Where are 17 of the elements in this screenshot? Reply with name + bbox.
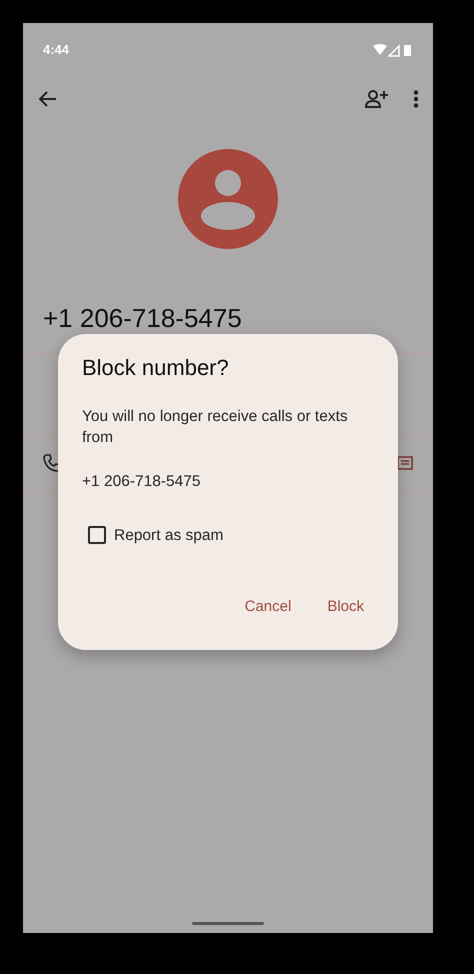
dialog-title: Block number? xyxy=(82,354,230,382)
more-icon[interactable] xyxy=(413,90,419,108)
home-handle[interactable] xyxy=(192,922,264,925)
status-icons xyxy=(373,44,413,56)
checkbox[interactable] xyxy=(88,526,106,544)
phone-icon[interactable] xyxy=(43,454,61,472)
phone-number: +1 206-718-5475 xyxy=(43,303,243,334)
add-contact-icon[interactable] xyxy=(365,89,389,109)
dialog-button[interactable]: Cancel xyxy=(234,588,302,626)
dialog-button[interactable]: Block xyxy=(317,588,374,626)
blocked-number: +1 206-718-5475 xyxy=(82,472,202,492)
dialog-message: You will no longer receive calls or texts from xyxy=(82,406,349,448)
avatar-icon xyxy=(178,149,278,249)
back-icon[interactable] xyxy=(39,91,57,107)
status-time: 4:44 xyxy=(43,41,70,60)
message-icon[interactable] xyxy=(397,456,413,470)
checkbox-label: Report as spam xyxy=(114,526,224,546)
